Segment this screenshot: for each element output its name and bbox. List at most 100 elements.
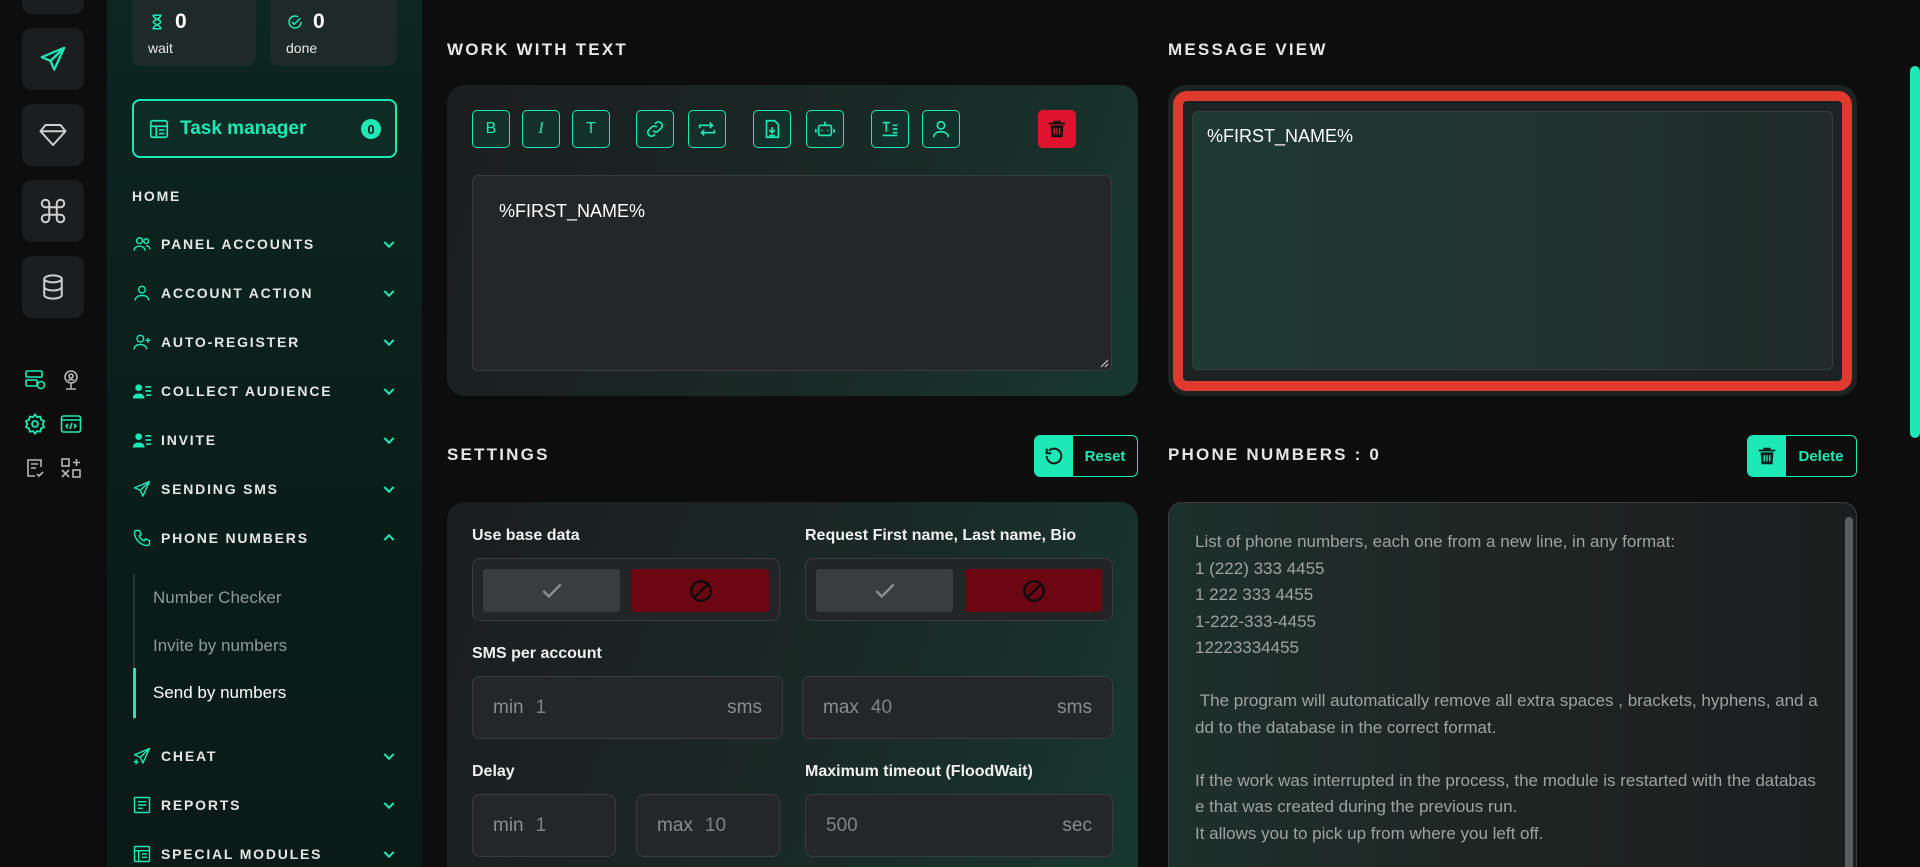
nav-label: CHEAT [161, 748, 218, 764]
sub-item-send-by-numbers[interactable]: Send by numbers [153, 683, 286, 703]
resize-handle-icon[interactable] [1099, 358, 1109, 368]
shapes-icon [61, 458, 81, 478]
settings-button[interactable] [21, 410, 49, 438]
nav-home[interactable]: HOME [132, 188, 181, 204]
user-icon [932, 120, 950, 138]
rail-top-button[interactable] [22, 0, 84, 14]
code-window-button[interactable] [57, 410, 85, 438]
ban-icon [689, 579, 712, 602]
modules-icon [133, 845, 151, 863]
database-icon [43, 274, 63, 300]
phone-numbers-textarea[interactable]: List of phone numbers, each one from a n… [1168, 502, 1857, 867]
message-text-editor[interactable]: %FIRST_NAME% [472, 175, 1112, 371]
nav-account-action[interactable]: ACCOUNT ACTION [132, 281, 397, 305]
clear-text-button[interactable] [1038, 110, 1076, 148]
chevron-down-icon [383, 851, 395, 859]
chevron-down-icon [383, 802, 395, 810]
nav-cheat[interactable]: CHEAT [132, 744, 397, 768]
text-format-icon [882, 121, 898, 137]
nav-reports[interactable]: REPORTS [132, 793, 397, 817]
chevron-down-icon [383, 388, 395, 396]
timeout-value: 500 [826, 814, 858, 836]
database-rail-button[interactable] [22, 256, 84, 318]
nav-invite[interactable]: INVITE [132, 428, 397, 452]
send-rail-button[interactable] [22, 28, 84, 90]
nav-phone-numbers[interactable]: PHONE NUMBERS [132, 526, 397, 550]
bot-button[interactable] [806, 110, 844, 148]
sms-min-value: 1 [535, 696, 547, 718]
shapes-button[interactable] [57, 454, 85, 482]
diamond-rail-button[interactable] [22, 104, 84, 166]
done-counter: 0 done [270, 0, 397, 66]
code-window-icon [60, 415, 82, 433]
link-icon [646, 120, 664, 138]
users-icon [133, 237, 151, 251]
request-names-toggle [805, 558, 1113, 621]
message-preview-text: %FIRST_NAME% [1207, 126, 1354, 146]
delay-min-prefix: min [493, 814, 524, 836]
use-base-data-no[interactable] [632, 569, 769, 612]
bold-button[interactable]: B [472, 110, 510, 148]
request-names-no[interactable] [965, 569, 1102, 612]
server-check-button[interactable] [21, 366, 49, 394]
italic-button[interactable]: I [522, 110, 560, 148]
delay-max-input[interactable]: max 10 [636, 794, 780, 857]
repeat-button[interactable] [688, 110, 726, 148]
user-icon [134, 285, 150, 301]
diamond-icon [39, 124, 67, 146]
sms-max-input[interactable]: max 40 sms [802, 676, 1113, 739]
robot-icon [815, 121, 835, 137]
hourglass-icon [152, 14, 162, 30]
nav-label: PHONE NUMBERS [161, 530, 309, 546]
use-base-data-label: Use base data [472, 527, 580, 544]
delete-button[interactable]: Delete [1747, 435, 1857, 477]
checklist-button[interactable] [21, 454, 49, 482]
use-base-data-yes[interactable] [483, 569, 620, 612]
phone-numbers-title: PHONE NUMBERS : 0 [1168, 445, 1382, 464]
sub-item-number-checker[interactable]: Number Checker [153, 588, 282, 608]
user-list-icon [132, 384, 152, 399]
check-icon [874, 583, 895, 598]
task-manager-button[interactable]: Task manager 0 [132, 99, 397, 158]
nav-label: REPORTS [161, 797, 242, 813]
use-base-data-toggle [472, 558, 780, 621]
monospace-button[interactable]: T [572, 110, 610, 148]
wait-value: 0 [175, 10, 187, 33]
settings-card: Use base data Request First name, Last n… [447, 502, 1138, 867]
user-variable-button[interactable] [922, 110, 960, 148]
chevron-down-icon [383, 753, 395, 761]
phone-numbers-scrollbar[interactable] [1845, 517, 1853, 867]
task-manager-count: 0 [361, 119, 381, 139]
import-button[interactable] [753, 110, 791, 148]
server-check-icon [25, 370, 46, 390]
delay-min-input[interactable]: min 1 [472, 794, 616, 857]
nav-label: SENDING SMS [161, 481, 279, 497]
timeout-input[interactable]: 500 sec [805, 794, 1113, 857]
command-icon [40, 198, 66, 224]
send-icon [133, 480, 151, 497]
nav-label: SPECIAL MODULES [161, 846, 323, 862]
link-button[interactable] [636, 110, 674, 148]
command-rail-button[interactable] [22, 180, 84, 242]
timeout-unit: sec [1062, 814, 1092, 836]
request-names-yes[interactable] [816, 569, 953, 612]
message-view-card: %FIRST_NAME% [1168, 85, 1857, 396]
nav-auto-register[interactable]: AUTO-REGISTER [132, 330, 397, 354]
message-preview: %FIRST_NAME% [1192, 111, 1833, 370]
sms-min-input[interactable]: min 1 sms [472, 676, 783, 739]
text-format-button[interactable] [871, 110, 909, 148]
nav-sending-sms[interactable]: SENDING SMS [132, 477, 397, 501]
sms-min-unit: sms [727, 696, 762, 718]
nav-collect-audience[interactable]: COLLECT AUDIENCE [132, 379, 397, 403]
editor-text: %FIRST_NAME% [499, 201, 646, 221]
phone-icon [133, 529, 151, 547]
sub-item-invite-by-numbers[interactable]: Invite by numbers [153, 636, 287, 656]
user-location-button[interactable] [57, 366, 85, 394]
reset-button[interactable]: Reset [1034, 435, 1138, 477]
nav-panel-accounts[interactable]: PANEL ACCOUNTS [132, 232, 397, 256]
delay-label: Delay [472, 763, 515, 780]
nav-special-modules[interactable]: SPECIAL MODULES [132, 842, 397, 866]
nav-label: ACCOUNT ACTION [161, 285, 314, 301]
page-scrollbar[interactable] [1910, 66, 1920, 438]
sms-per-account-label: SMS per account [472, 645, 602, 662]
